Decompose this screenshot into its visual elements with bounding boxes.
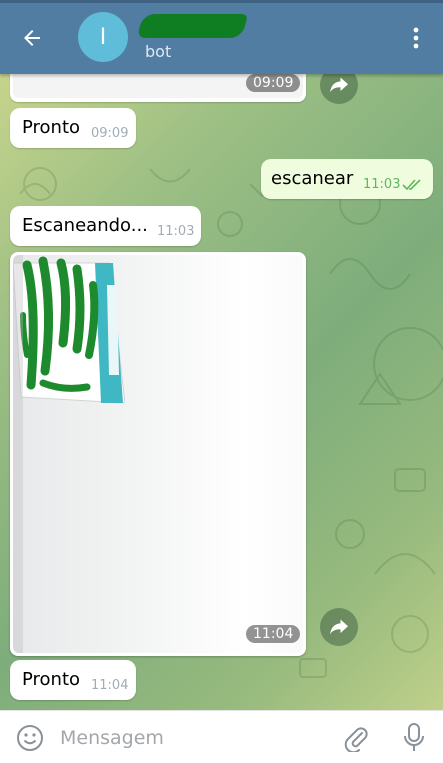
chat-header: I bot	[0, 0, 443, 74]
back-arrow-icon	[24, 30, 40, 46]
avatar-initial: I	[99, 24, 107, 50]
message-text: Pronto	[22, 117, 81, 138]
status-bar-edge	[0, 0, 443, 3]
contact-status: bot	[145, 42, 172, 61]
emoji-icon	[17, 725, 43, 751]
chat-title[interactable]: bot	[137, 10, 340, 64]
emoji-button[interactable]	[14, 722, 46, 754]
contact-name-redaction	[137, 14, 248, 38]
share-icon	[330, 77, 348, 93]
microphone-button[interactable]	[398, 722, 430, 754]
share-button[interactable]	[320, 608, 358, 646]
message-time: 09:09	[91, 126, 129, 141]
message-time: 11:03	[157, 224, 195, 239]
outgoing-message[interactable]: escanear 11:03	[261, 159, 433, 199]
image-message[interactable]: 11:04	[10, 252, 306, 656]
incoming-message[interactable]: Pronto 11:04	[10, 660, 136, 700]
message-time: 11:03	[363, 177, 401, 192]
incoming-message[interactable]: Escaneando... 11:03	[10, 206, 201, 246]
image-message-partial[interactable]: 09:09	[10, 74, 306, 102]
incoming-message[interactable]: Pronto 09:09	[10, 108, 136, 148]
message-composer	[0, 710, 443, 763]
message-time: 11:04	[91, 678, 129, 693]
paperclip-icon	[344, 727, 368, 752]
back-button[interactable]	[12, 20, 52, 56]
attach-button[interactable]	[340, 722, 372, 754]
message-time: 11:04	[246, 625, 301, 643]
share-icon	[330, 619, 348, 635]
more-vertical-icon	[413, 27, 419, 49]
avatar[interactable]: I	[78, 12, 128, 62]
message-time: 09:09	[246, 74, 301, 92]
more-options-button[interactable]	[400, 22, 432, 54]
microphone-icon	[404, 723, 424, 751]
image-edge-shadow	[13, 255, 23, 653]
message-text: Escaneando...	[22, 215, 148, 236]
double-check-icon	[402, 179, 421, 191]
message-input[interactable]	[58, 721, 332, 755]
message-text: Pronto	[22, 669, 81, 690]
image-preview	[13, 255, 303, 653]
chat-area[interactable]: 09:09 Pronto 09:09 escanear 11:03 Escane…	[0, 74, 443, 710]
message-text: escanear	[271, 168, 354, 189]
